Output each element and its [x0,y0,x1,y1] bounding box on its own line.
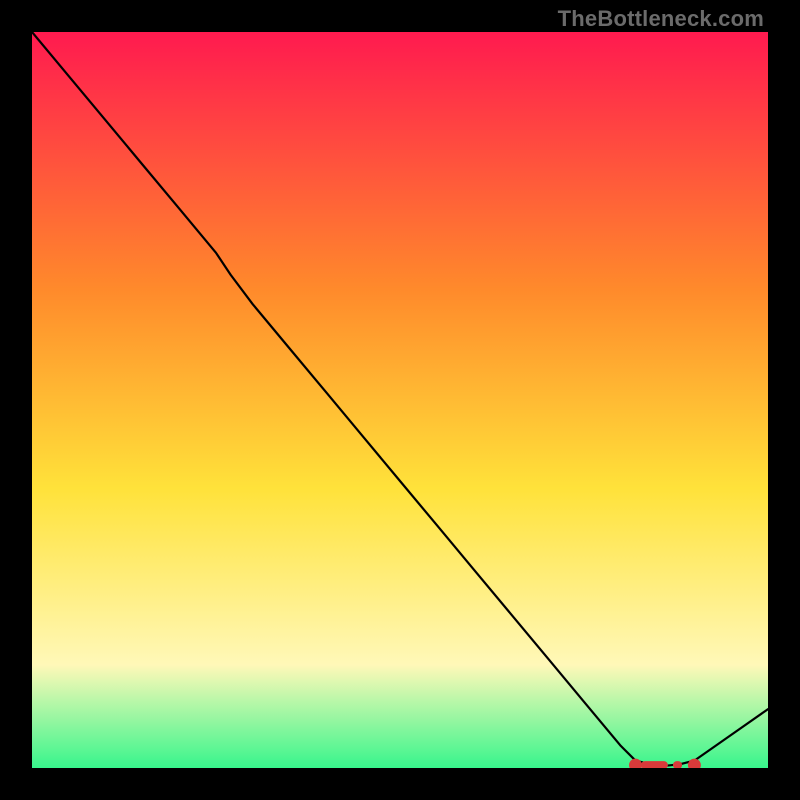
watermark-label: TheBottleneck.com [558,6,764,32]
chart-frame: TheBottleneck.com [0,0,800,800]
background-gradient [32,32,768,768]
plot-area [32,32,768,768]
